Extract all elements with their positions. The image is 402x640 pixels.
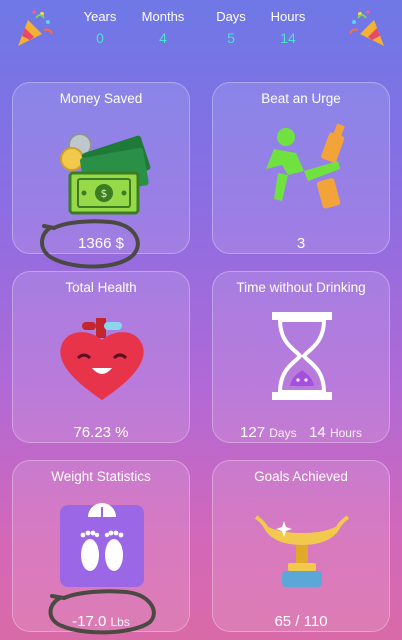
- card-total-health[interactable]: Total Health 76.23 %: [12, 271, 190, 443]
- hourglass-icon: [252, 304, 352, 404]
- money-saved-value: 1366 $: [78, 235, 124, 252]
- card-title: Goals Achieved: [254, 469, 348, 484]
- card-title: Time without Drinking: [236, 280, 366, 295]
- days-value: 127: [240, 424, 266, 441]
- heart-icon: [52, 304, 152, 404]
- money-stack-icon: $: [52, 115, 152, 215]
- beat-urge-value: 3: [296, 235, 306, 252]
- hours-value: 14: [309, 424, 326, 441]
- days-unit: Days: [269, 426, 297, 440]
- hours-unit: Hours: [329, 426, 362, 440]
- card-goals-achieved[interactable]: Goals Achieved 65 / 110: [212, 460, 390, 632]
- card-title: Money Saved: [59, 91, 143, 106]
- weight-value: -17.0 Lbs: [13, 613, 189, 630]
- scale-footprints-icon: [52, 493, 152, 593]
- svg-text:$: $: [101, 187, 108, 200]
- stat-value: 0: [96, 30, 104, 46]
- weight-unit: Lbs: [110, 615, 130, 629]
- card-title: Total Health: [65, 280, 137, 295]
- card-beat-urge[interactable]: Beat an Urge 3: [212, 82, 390, 254]
- card-money-saved[interactable]: Money Saved $ 1366 $: [12, 82, 190, 254]
- stat-value: 14: [280, 30, 296, 46]
- stat-label: Months: [141, 9, 185, 24]
- card-time-without-drinking[interactable]: Time without Drinking 127 Days 14 Hours: [212, 271, 390, 443]
- stat-label: Hours: [270, 9, 306, 24]
- total-health-value: 76.23 %: [73, 424, 129, 441]
- stat-hours: Hours 14: [253, 8, 323, 46]
- stat-months: Months 4: [128, 8, 198, 46]
- weight-number: -17.0: [72, 613, 107, 630]
- card-weight-statistics[interactable]: Weight Statistics -17.0 Lbs: [12, 460, 190, 632]
- card-title: Weight Statistics: [51, 469, 151, 484]
- goals-achieved-value: 65 / 110: [274, 613, 328, 630]
- trophy-lamp-icon: [252, 493, 352, 593]
- stat-years: Years 0: [65, 8, 135, 46]
- stat-label: Years: [83, 9, 117, 24]
- time-without-drinking-value: 127 Days 14 Hours: [213, 424, 389, 441]
- kick-bottle-icon: [252, 115, 352, 215]
- card-title: Beat an Urge: [261, 91, 341, 106]
- stat-value: 4: [159, 30, 167, 46]
